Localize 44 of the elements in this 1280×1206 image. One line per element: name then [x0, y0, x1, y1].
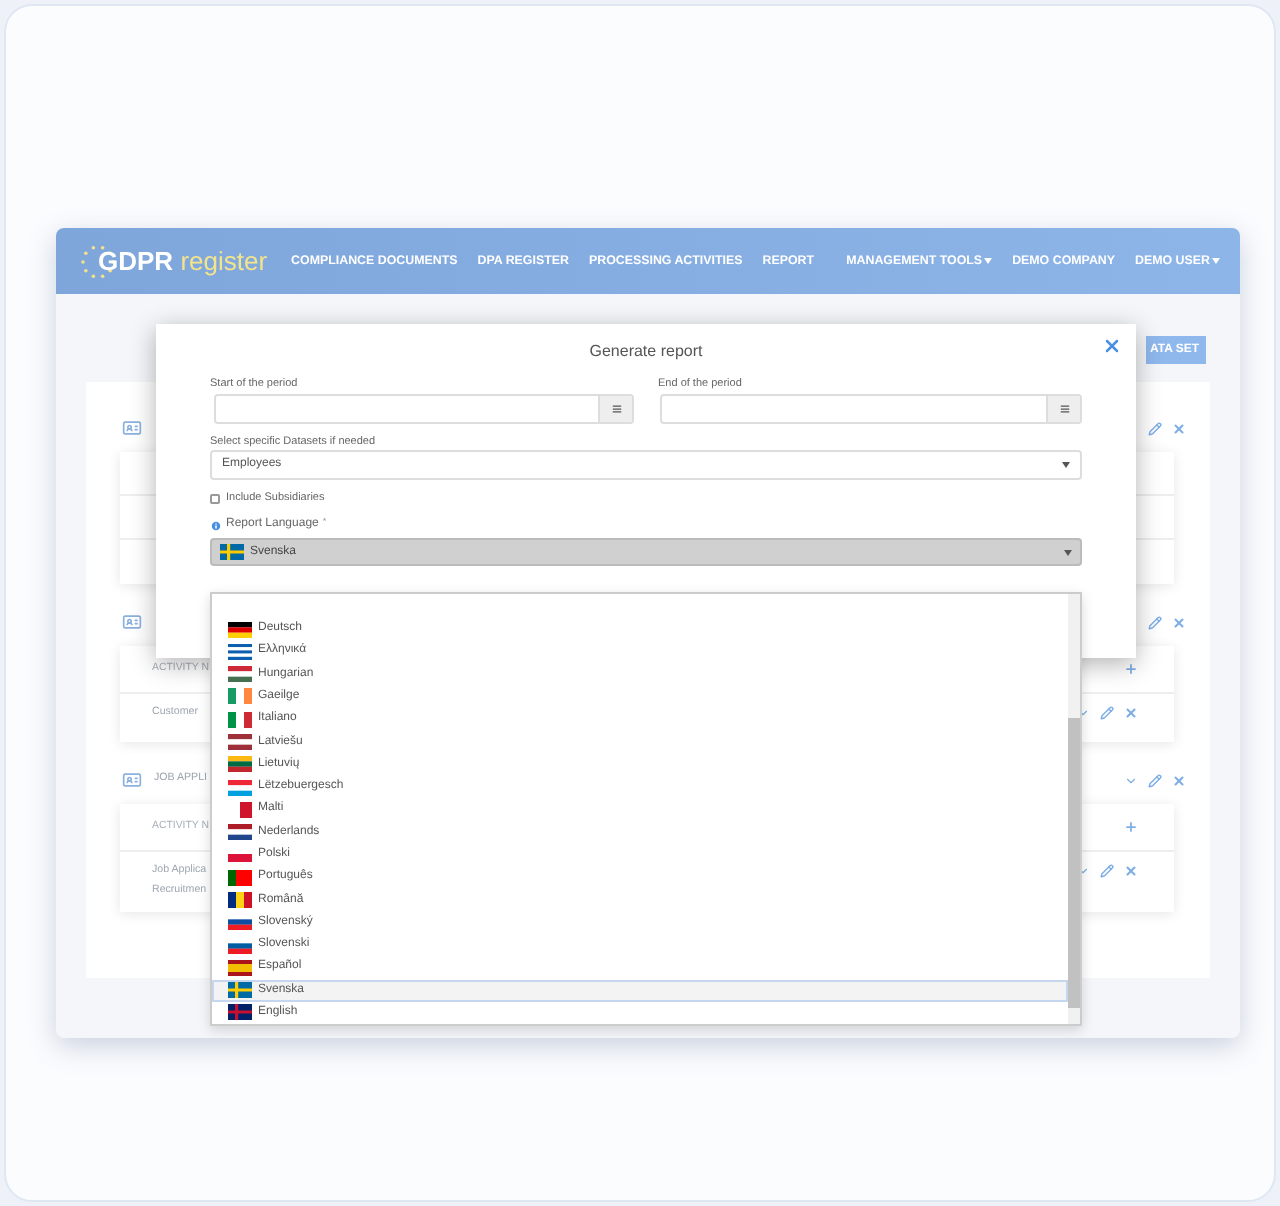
delete-icon[interactable] — [1172, 421, 1186, 435]
add-icon[interactable] — [1124, 662, 1138, 676]
add-icon[interactable] — [1124, 820, 1138, 834]
info-icon — [210, 519, 222, 531]
close-icon[interactable] — [1102, 336, 1122, 356]
delete-icon[interactable] — [1124, 863, 1138, 877]
scrollbar[interactable] — [1068, 594, 1080, 1024]
flag-icon — [220, 544, 244, 560]
date-field[interactable] — [660, 394, 1082, 424]
flag-icon — [228, 1004, 252, 1021]
caret-icon — [1062, 462, 1070, 468]
delete-icon[interactable] — [1172, 773, 1186, 787]
flag-icon — [228, 621, 252, 638]
flag-icon — [228, 959, 252, 976]
id-card-icon — [120, 418, 144, 438]
pencil-icon[interactable] — [1148, 773, 1162, 787]
date-field[interactable] — [214, 394, 634, 424]
flag-icon — [228, 869, 252, 886]
flag-icon — [228, 756, 252, 773]
flag-icon — [228, 666, 252, 683]
flag-icon — [228, 711, 252, 728]
pencil-icon[interactable] — [1100, 863, 1114, 877]
flag-icon — [228, 779, 252, 796]
flag-icon — [228, 688, 252, 705]
pencil-icon[interactable] — [1100, 705, 1114, 719]
checkbox[interactable] — [210, 494, 220, 504]
flag-icon — [228, 937, 252, 954]
flag-icon — [228, 824, 252, 841]
chevron-down-icon[interactable] — [1124, 773, 1138, 787]
flag-icon — [228, 892, 252, 909]
caret-icon — [1064, 549, 1072, 555]
dialog-title: Generate report — [589, 340, 703, 364]
flag-icon — [228, 914, 252, 931]
flag-icon — [228, 643, 252, 660]
delete-icon[interactable] — [1124, 705, 1138, 719]
flag-icon — [228, 734, 252, 751]
flag-icon — [228, 982, 252, 999]
id-card-icon — [120, 770, 144, 790]
delete-icon[interactable] — [1172, 615, 1186, 629]
pencil-icon[interactable] — [1148, 615, 1162, 629]
calendar-icon[interactable] — [1059, 404, 1069, 414]
id-card-icon — [120, 612, 144, 632]
calendar-icon[interactable] — [611, 404, 621, 414]
pencil-icon[interactable] — [1148, 421, 1162, 435]
